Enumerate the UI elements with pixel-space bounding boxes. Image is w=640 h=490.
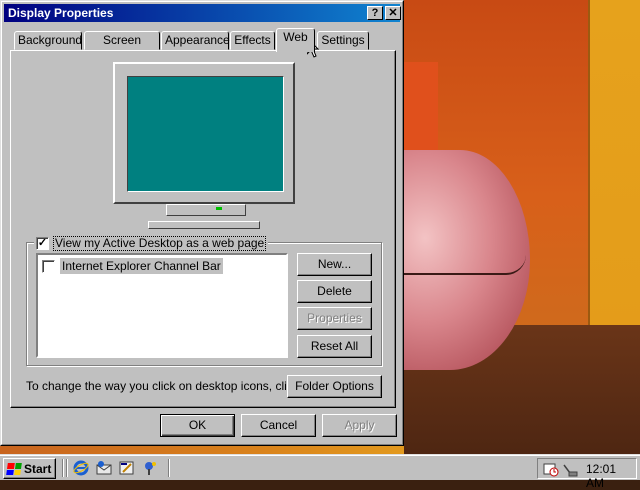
active-desktop-checkbox[interactable]: ✓ — [36, 236, 49, 250]
title-bar[interactable]: Display Properties ? ✕ — [4, 4, 401, 22]
network-icon[interactable] — [562, 461, 578, 477]
window-title: Display Properties — [8, 6, 114, 20]
monitor-preview-base — [148, 221, 260, 229]
reset-all-button[interactable]: Reset All — [297, 335, 372, 358]
monitor-preview-stand — [166, 204, 246, 216]
button-label: Folder Options — [295, 379, 374, 393]
channel-bar-checkbox[interactable] — [42, 259, 55, 273]
ok-button[interactable]: OK — [160, 414, 235, 437]
tab-label: Effects — [234, 33, 271, 47]
folder-options-button[interactable]: Folder Options — [287, 375, 382, 398]
list-item-label: Internet Explorer Channel Bar — [60, 258, 223, 274]
tab-settings[interactable]: Settings — [317, 31, 369, 50]
button-label: OK — [188, 418, 207, 432]
tab-label: Web — [283, 30, 308, 44]
button-label: Cancel — [259, 418, 298, 432]
monitor-power-led — [216, 207, 222, 210]
taskbar-clock[interactable]: 12:01 AM — [586, 462, 636, 490]
tab-screen-saver[interactable]: Screen Saver — [84, 31, 160, 64]
button-label: New... — [317, 257, 352, 271]
properties-button[interactable]: Properties — [297, 307, 372, 330]
start-label: Start — [24, 461, 52, 476]
system-tray: 12:01 AM — [537, 458, 637, 490]
active-desktop-toggle[interactable]: ✓ View my Active Desktop as a web page — [34, 235, 269, 251]
taskbar: Start 12:01 AM — [0, 454, 640, 490]
help-icon: ? — [371, 7, 379, 19]
windows-logo-icon — [6, 462, 22, 475]
monitor-preview — [113, 62, 295, 204]
help-button[interactable]: ? — [367, 6, 383, 20]
apply-button[interactable]: Apply — [322, 414, 397, 437]
cancel-button[interactable]: Cancel — [241, 414, 316, 437]
close-button[interactable]: ✕ — [385, 6, 401, 20]
new-button[interactable]: New... — [297, 253, 372, 276]
scheduler-icon[interactable] — [543, 461, 559, 477]
display-properties-dialog: Display Properties ? ✕ Background Screen… — [0, 0, 404, 446]
taskbar-separator — [62, 459, 64, 477]
start-button[interactable]: Start — [3, 458, 56, 479]
show-desktop-icon[interactable] — [119, 460, 135, 476]
taskbar-separator — [66, 459, 68, 477]
tab-label: Appearance — [165, 33, 230, 47]
active-desktop-label[interactable]: View my Active Desktop as a web page — [53, 235, 267, 251]
button-label: Properties — [307, 311, 362, 325]
delete-button[interactable]: Delete — [297, 280, 372, 303]
folder-options-hint: To change the way you click on desktop i… — [26, 379, 303, 393]
tab-label: Settings — [321, 33, 365, 47]
outlook-express-icon[interactable] — [96, 460, 112, 476]
close-icon: ✕ — [388, 7, 398, 19]
tab-appearance[interactable]: Appearance — [161, 31, 230, 50]
button-label: Delete — [317, 284, 352, 298]
monitor-preview-screen — [127, 76, 284, 192]
tab-label: Background — [18, 33, 83, 47]
taskbar-separator — [168, 459, 170, 477]
internet-explorer-icon[interactable] — [73, 460, 89, 476]
checkmark-icon: ✓ — [37, 236, 48, 249]
channels-icon[interactable] — [142, 460, 158, 476]
tab-effects[interactable]: Effects — [230, 31, 275, 50]
tab-web[interactable]: Web — [276, 28, 315, 52]
tab-background[interactable]: Background — [14, 31, 82, 50]
button-label: Apply — [344, 418, 375, 432]
button-label: Reset All — [310, 339, 359, 353]
active-desktop-items-list[interactable]: Internet Explorer Channel Bar — [36, 253, 288, 358]
list-item[interactable]: Internet Explorer Channel Bar — [42, 258, 223, 274]
